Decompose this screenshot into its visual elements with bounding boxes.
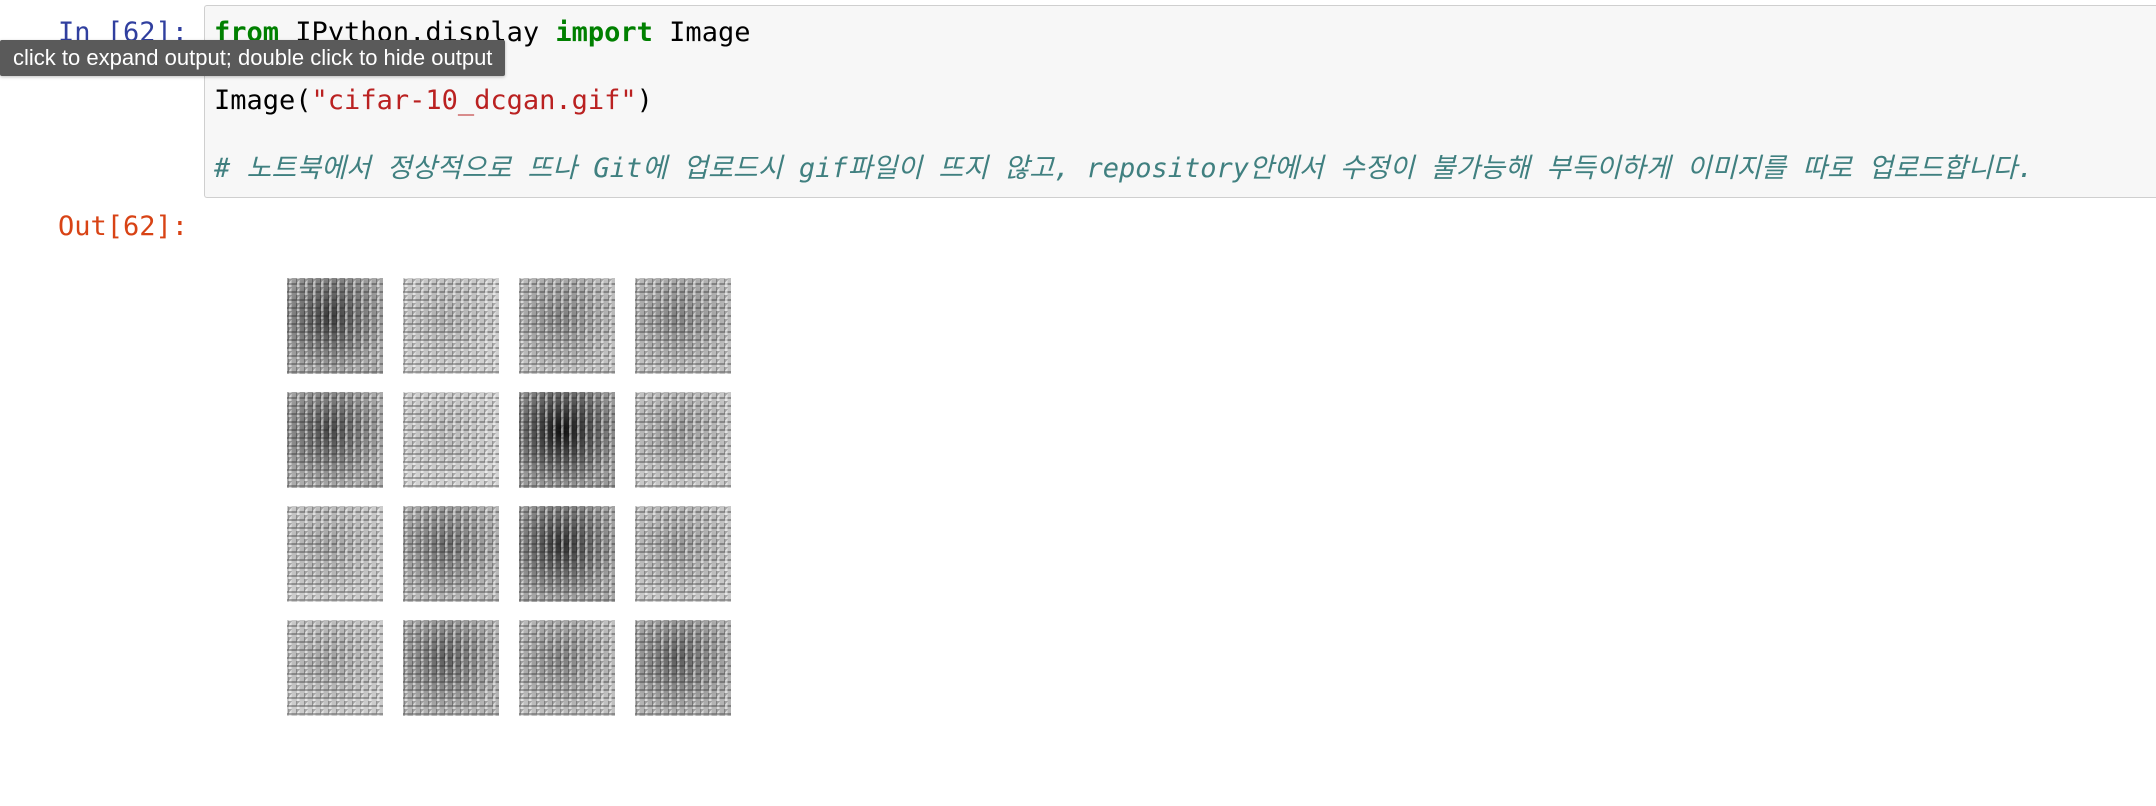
imported-name: Image (652, 17, 751, 48)
notebook-cell[interactable]: In [62]: from IPython.display import Ima… (0, 0, 2156, 806)
sample-tile (519, 278, 615, 374)
sample-tile (635, 620, 731, 716)
output-tooltip: click to expand output; double click to … (0, 40, 506, 76)
sample-tile (287, 278, 383, 374)
output-prompt[interactable]: Out[62]: (58, 210, 188, 244)
code-comment: # 노트북에서 정상적으로 뜨나 Git에 업로드시 gif파일이 뜨지 않고,… (214, 153, 2034, 184)
code-input-area[interactable]: from IPython.display import Image Image(… (204, 5, 2156, 198)
output-gif-image (287, 278, 731, 716)
sample-tile (403, 506, 499, 602)
code-line-image-call: Image("cifar-10_dcgan.gif") (214, 84, 653, 118)
function-call: Image( (214, 85, 312, 116)
keyword-import: import (555, 17, 653, 48)
sample-tile (287, 392, 383, 488)
string-literal: "cifar-10_dcgan.gif" (311, 85, 637, 116)
sample-tile (287, 506, 383, 602)
close-paren: ) (636, 85, 653, 116)
sample-tile (403, 278, 499, 374)
sample-tile (635, 392, 731, 488)
sample-tile (287, 620, 383, 716)
sample-tile (635, 506, 731, 602)
sample-tile (403, 392, 499, 488)
sample-tile (519, 392, 615, 488)
sample-tile (519, 506, 615, 602)
sample-tile (403, 620, 499, 716)
sample-tile (635, 278, 731, 374)
sample-tile (519, 620, 615, 716)
